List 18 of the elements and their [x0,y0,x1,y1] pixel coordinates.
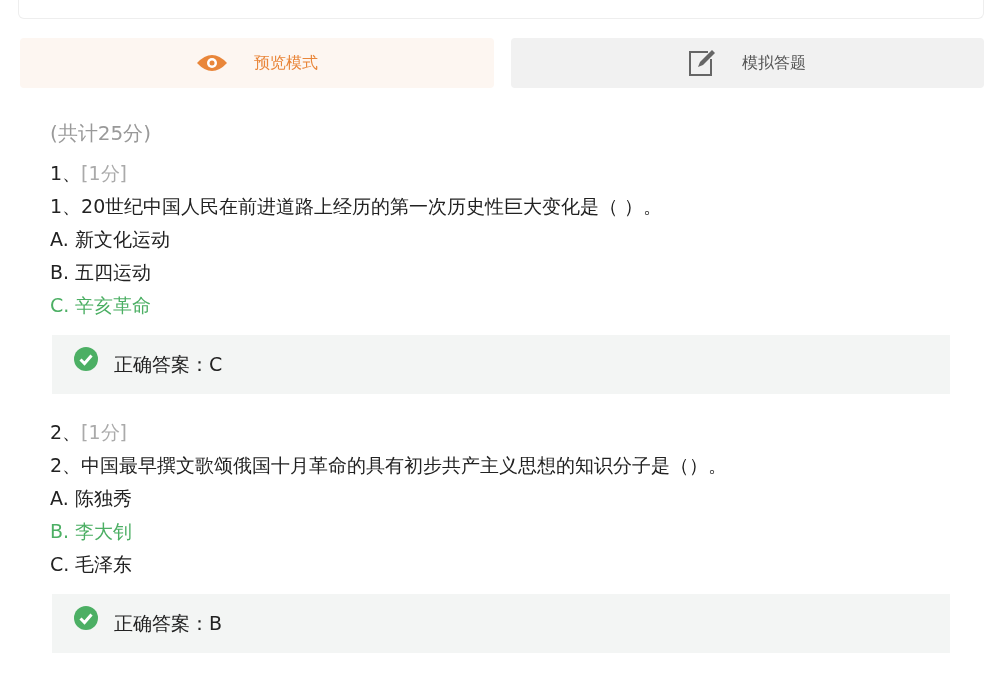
total-score: (共计25分) [50,120,153,147]
correct-answer: 正确答案：B [114,610,223,636]
question-number: 1、[1分] [50,161,128,186]
check-icon [74,347,98,371]
question-number: 2、[1分] [50,420,128,445]
eye-icon [195,53,228,73]
answer-option: A. 陈独秀 [50,482,950,515]
answer-option: C. 辛亥革命 [50,289,950,322]
check-icon [74,606,98,630]
correct-answer: 正确答案：C [114,351,223,377]
answer-option: A. 新文化运动 [50,223,950,256]
answer-option: C. 毛泽东 [50,548,950,581]
edit-icon [688,49,717,77]
answer-option: B. 李大钊 [50,515,950,548]
question-text: 2、中国最早撰文歌颂俄国十月革命的具有初步共产主义思想的知识分子是（）。 [50,453,729,478]
mode-tab[interactable]: 模拟答题 [510,38,984,88]
question-text: 1、20世纪中国人民在前进道路上经历的第一次历史性巨大变化是（ ）。 [50,194,664,219]
answer-option: B. 五四运动 [50,256,950,289]
